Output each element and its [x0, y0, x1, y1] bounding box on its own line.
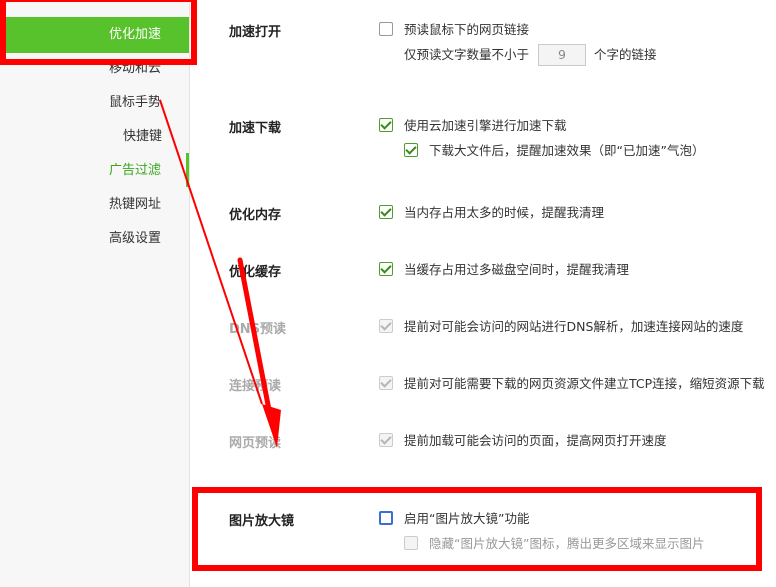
section-label: DNS预读 — [229, 322, 287, 337]
dns-preread-checkbox[interactable] — [379, 319, 393, 333]
section-label: 连接预读 — [229, 379, 282, 394]
option-label: 启用“图片放大镜”功能 — [404, 511, 530, 526]
section-label: 加速打开 — [229, 25, 282, 40]
option-label: 隐藏“图片放大镜”图标，腾出更多区域来显示图片 — [429, 536, 705, 551]
section-label: 优化缓存 — [229, 265, 282, 280]
option-label: 使用云加速引擎进行加速下载 — [404, 118, 567, 133]
magnifier-hide-icon-checkbox[interactable] — [404, 536, 418, 550]
num-suffix-label: 个字的链接 — [594, 47, 657, 62]
option-label: 下载大文件后，提醒加速效果（即“已加速”气泡） — [429, 143, 705, 158]
settings-sidebar: 常规设置 优化加速 移动和云 鼠标手势 快捷键 广告过滤 热键网址 高级设置 — [0, 0, 190, 587]
sidebar-item-optimize[interactable]: 优化加速 — [0, 17, 189, 53]
sidebar-item-label: 热键网址 — [109, 197, 162, 212]
sidebar-item-label: 优化加速 — [109, 27, 162, 42]
sidebar-item-advanced[interactable]: 高级设置 — [0, 222, 189, 256]
page-preread-checkbox[interactable] — [379, 433, 393, 447]
section-label: 图片放大镜 — [229, 514, 295, 529]
sidebar-item-mouse-gesture[interactable]: 鼠标手势 — [0, 86, 189, 120]
option-label: 提前对可能需要下载的网页资源文件建立TCP连接，缩短资源下载 — [404, 376, 765, 391]
magnifier-enable-checkbox[interactable] — [379, 511, 393, 525]
sidebar-item-label: 常规设置 — [109, 0, 161, 14]
preread-min-chars-line: 仅预读文字数量不小于 9 个字的链接 — [404, 44, 657, 68]
sidebar-item-label: 快捷键 — [123, 129, 163, 144]
annotation-box-magnifier — [192, 487, 762, 571]
sidebar-item-mobile-cloud[interactable]: 移动和云 — [0, 52, 189, 86]
option-label: 当内存占用太多的时候，提醒我清理 — [404, 205, 605, 220]
sidebar-item-general[interactable]: 常规设置 — [0, 0, 189, 14]
tcp-preread-checkbox[interactable] — [379, 376, 393, 390]
section-label: 加速下载 — [229, 121, 282, 136]
cloud-download-checkbox[interactable] — [379, 118, 393, 132]
section-label: 优化内存 — [229, 208, 282, 223]
sidebar-item-label: 广告过滤 — [109, 163, 162, 178]
min-chars-input[interactable]: 9 — [538, 44, 586, 66]
cache-cleanup-checkbox[interactable] — [379, 262, 393, 276]
option-label: 预读鼠标下的网页链接 — [404, 22, 530, 37]
option-label: 当缓存占用过多磁盘空间时，提醒我清理 — [404, 262, 630, 277]
active-section-indicator — [186, 153, 189, 187]
sidebar-item-ad-filter[interactable]: 广告过滤 — [0, 154, 189, 188]
memory-cleanup-checkbox[interactable] — [379, 205, 393, 219]
sidebar-item-label: 高级设置 — [109, 231, 162, 246]
num-prefix-label: 仅预读文字数量不小于 — [404, 47, 530, 62]
sidebar-item-shortcuts[interactable]: 快捷键 — [0, 120, 189, 154]
option-label: 提前对可能会访问的网站进行DNS解析，加速连接网站的速度 — [404, 319, 744, 334]
sidebar-item-label: 移动和云 — [109, 61, 162, 76]
section-label: 网页预读 — [229, 436, 282, 451]
sidebar-item-hotkey-urls[interactable]: 热键网址 — [0, 188, 189, 222]
sidebar-item-label: 鼠标手势 — [109, 95, 162, 110]
download-notify-checkbox[interactable] — [404, 143, 418, 157]
option-label: 提前加载可能会访问的页面，提高网页打开速度 — [404, 433, 667, 448]
preread-link-checkbox[interactable] — [379, 22, 393, 36]
